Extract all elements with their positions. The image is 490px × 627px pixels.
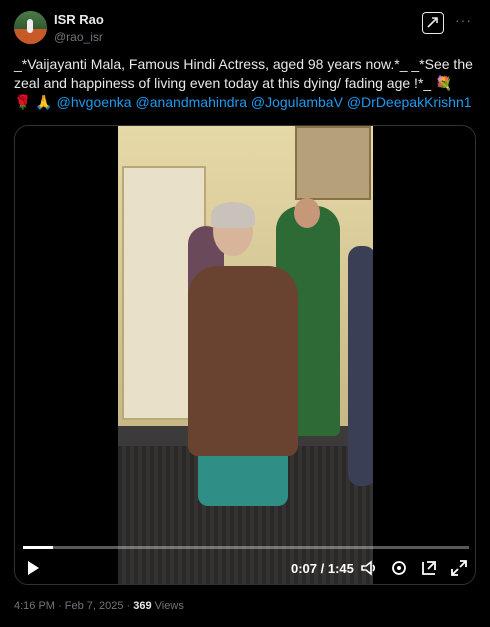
play-icon[interactable] (25, 560, 41, 576)
video-progress-fill (23, 546, 53, 549)
pip-icon[interactable] (419, 558, 439, 578)
post-header: ISR Rao @rao_isr ··· (14, 10, 476, 50)
mention-link[interactable]: @DrDeepakKrishn1 (347, 94, 472, 110)
post-date[interactable]: Feb 7, 2025 (65, 600, 124, 612)
grok-icon[interactable] (422, 12, 444, 34)
author-handle[interactable]: @rao_isr (54, 30, 103, 44)
video-time: 0:07 / 1:45 (291, 561, 354, 576)
mention-link[interactable]: @JogulambaV (251, 94, 343, 110)
post-text: _*Vaijayanti Mala, Famous Hindi Actress,… (14, 55, 476, 112)
views-count: 369 (133, 600, 152, 612)
post-text-main: _*Vaijayanti Mala, Famous Hindi Actress,… (14, 56, 473, 91)
avatar[interactable] (14, 11, 47, 44)
video-progress-bar[interactable] (23, 546, 469, 549)
mention-link[interactable]: @hvgoenka (57, 94, 132, 110)
video-player[interactable]: 0:07 / 1:45 (14, 125, 476, 585)
post-text-emoji: 🌹 🙏 (14, 94, 57, 110)
author-name[interactable]: ISR Rao (54, 12, 104, 27)
video-frame (118, 126, 373, 584)
post-metadata: 4:16 PM · Feb 7, 2025 · 369 Views (14, 600, 184, 612)
fullscreen-icon[interactable] (449, 558, 469, 578)
more-icon[interactable]: ··· (455, 12, 472, 28)
settings-icon[interactable] (389, 558, 409, 578)
post-time[interactable]: 4:16 PM (14, 600, 55, 612)
views-label: Views (154, 600, 184, 612)
mention-link[interactable]: @anandmahindra (135, 94, 247, 110)
volume-icon[interactable] (359, 558, 379, 578)
